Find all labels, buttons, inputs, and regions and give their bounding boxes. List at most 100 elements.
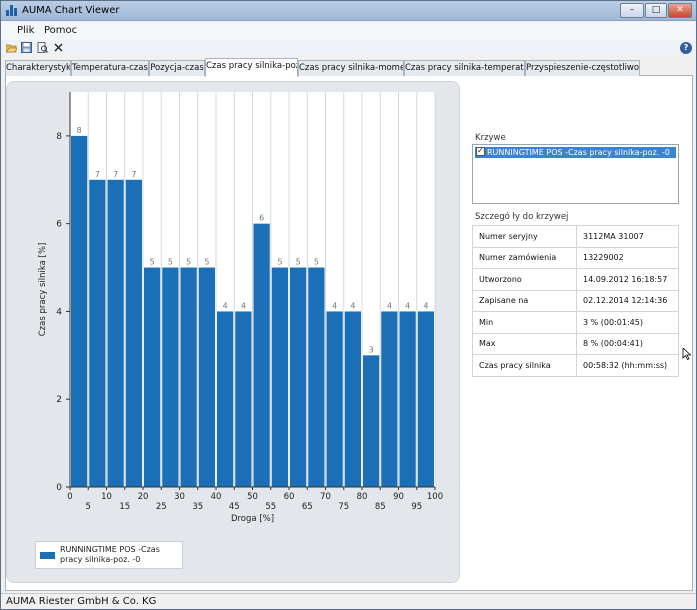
curve-checkbox[interactable] xyxy=(476,147,485,156)
legend-label: RUNNINGTIME POS -Czas pracy silnika-poz.… xyxy=(60,545,160,564)
details-key: Max xyxy=(472,332,577,355)
menu-file[interactable]: Plik xyxy=(17,25,34,36)
bar xyxy=(363,355,380,487)
details-row: Numer zamówienia 13229002 xyxy=(472,246,679,269)
x-tick-label: 95 xyxy=(411,502,422,512)
tab-motor-runtime-temperature[interactable]: Czas pracy silnika-temperatura xyxy=(404,60,525,76)
bar xyxy=(217,311,234,487)
bar xyxy=(381,311,398,487)
bar-value-label: 8 xyxy=(77,126,82,135)
print-preview-icon[interactable] xyxy=(37,42,48,53)
x-tick-label: 60 xyxy=(284,492,295,502)
bar xyxy=(326,311,343,487)
tab-content: 8 7 7 7 5 5 5 5 4 4 6 5 5 5 4 4 3 4 4 4 0 2 4 6 8 0 5 10 15 20 25 30 35 4… xyxy=(5,76,693,591)
details-value: 8 % (00:04:41) xyxy=(576,332,679,355)
details-value: 02.12.2014 12:14:36 xyxy=(576,289,679,312)
bar xyxy=(162,267,179,487)
title-bar[interactable]: AUMA Chart Viewer – □ ✕ xyxy=(1,1,696,21)
bar-value-label: 3 xyxy=(369,345,374,354)
tab-motor-runtime-position[interactable]: Czas pracy silnika-poz. xyxy=(205,58,298,77)
curves-group-label: Krzywe xyxy=(475,133,506,143)
bar xyxy=(399,311,416,487)
tab-characteristics[interactable]: Charakterystyki xyxy=(5,60,71,76)
bar-value-label: 5 xyxy=(314,258,319,267)
curve-item-label: RUNNINGTIME POS -Czas pracy silnika-poz.… xyxy=(487,148,670,157)
mouse-cursor-icon xyxy=(682,348,692,360)
details-key: Zapisane na xyxy=(472,289,577,312)
maximize-button[interactable]: □ xyxy=(645,3,667,18)
legend-swatch xyxy=(40,552,55,559)
bar-value-label: 4 xyxy=(332,301,337,310)
bar-chart: 87 7 75 5 5 54 465 5 54 434 4 402468051015202530354… xyxy=(38,92,443,524)
bar-value-label: 5 xyxy=(186,258,191,267)
bar-value-label: 4 xyxy=(350,301,355,310)
x-tick-label: 35 xyxy=(192,502,203,512)
close-window-button[interactable]: ✕ xyxy=(668,3,692,18)
bar-value-label: 7 xyxy=(131,170,136,179)
x-axis-label: Droga [%] xyxy=(231,514,274,524)
bar xyxy=(253,223,270,487)
bar xyxy=(71,135,88,487)
status-text: AUMA Riester GmbH & Co. KG xyxy=(6,596,157,607)
details-row: Czas pracy silnika 00:58:32 (hh:mm:ss) xyxy=(472,354,679,377)
bar-value-label: 7 xyxy=(113,170,118,179)
bar-value-label: 5 xyxy=(277,258,282,267)
details-row: Min 3 % (00:01:45) xyxy=(472,311,679,334)
details-value: 3 % (00:01:45) xyxy=(576,311,679,334)
bar-value-label: 4 xyxy=(241,301,246,310)
x-tick-label: 65 xyxy=(302,502,313,512)
x-tick-label: 70 xyxy=(320,492,331,502)
bar-value-label: 5 xyxy=(296,258,301,267)
status-bar: AUMA Riester GmbH & Co. KG xyxy=(1,593,696,609)
chart-panel: 8 7 7 7 5 5 5 5 4 4 6 5 5 5 4 4 3 4 4 4 0 2 4 6 8 0 5 10 15 20 25 30 35 4… xyxy=(6,81,460,583)
bar xyxy=(308,267,325,487)
menu-help[interactable]: Pomoc xyxy=(44,25,77,36)
minimize-button[interactable]: – xyxy=(620,3,644,18)
tab-position-time[interactable]: Pozycja-czas xyxy=(149,60,205,76)
bar-value-label: 4 xyxy=(423,301,428,310)
bar xyxy=(144,267,161,487)
curves-list[interactable]: RUNNINGTIME POS -Czas pracy silnika-poz.… xyxy=(472,144,679,204)
details-value: 14.09.2012 16:18:57 xyxy=(576,268,679,291)
save-icon[interactable] xyxy=(21,42,32,53)
y-tick-label: 6 xyxy=(56,220,62,230)
x-tick-label: 90 xyxy=(393,492,404,502)
tab-motor-runtime-torque[interactable]: Czas pracy silnika-moment xyxy=(298,60,404,76)
bar-value-label: 7 xyxy=(95,170,100,179)
bar xyxy=(180,267,197,487)
x-tick-label: 30 xyxy=(174,492,185,502)
bar xyxy=(417,311,434,487)
bar-value-label: 6 xyxy=(259,214,264,223)
x-tick-label: 5 xyxy=(86,502,91,512)
window-title: AUMA Chart Viewer xyxy=(22,5,120,16)
curve-item[interactable]: RUNNINGTIME POS -Czas pracy silnika-poz.… xyxy=(475,147,676,158)
y-tick-label: 0 xyxy=(56,483,62,493)
details-group-label: Szczegó ły do krzywej xyxy=(475,212,569,222)
curve-details-table: Numer seryjny 3112MA 31007 Numer zamówieni… xyxy=(472,225,679,377)
bar-value-label: 5 xyxy=(204,258,209,267)
details-key: Numer zamówienia xyxy=(472,246,577,269)
x-tick-label: 50 xyxy=(247,492,258,502)
help-icon[interactable]: ? xyxy=(680,42,692,54)
tab-temperature-time[interactable]: Temperatura-czas xyxy=(71,60,149,76)
tab-acceleration-frequency[interactable]: Przyspieszenie-częstotliwość xyxy=(525,60,640,76)
open-folder-icon[interactable] xyxy=(6,42,17,53)
bar xyxy=(89,179,106,487)
bar xyxy=(198,267,215,487)
details-row: Numer seryjny 3112MA 31007 xyxy=(472,225,679,248)
details-key: Czas pracy silnika xyxy=(472,354,577,377)
x-tick-label: 55 xyxy=(265,502,276,512)
close-icon[interactable] xyxy=(53,42,64,53)
bar-value-label: 4 xyxy=(223,301,228,310)
app-window: AUMA Chart Viewer – □ ✕ Plik Pomoc ? Cha… xyxy=(0,0,697,610)
details-key: Numer seryjny xyxy=(472,225,577,248)
x-tick-label: 10 xyxy=(101,492,112,502)
details-row: Utworzono 14.09.2012 16:18:57 xyxy=(472,268,679,291)
details-key: Min xyxy=(472,311,577,334)
details-value: 3112MA 31007 xyxy=(576,225,679,248)
tab-bar: Charakterystyki Temperatura-czas Pozycja… xyxy=(5,58,693,77)
x-tick-label: 75 xyxy=(338,502,349,512)
bar-chart-app-icon xyxy=(6,5,18,16)
y-axis-label: Czas pracy silnika [%] xyxy=(38,243,48,337)
bar-value-label: 5 xyxy=(168,258,173,267)
